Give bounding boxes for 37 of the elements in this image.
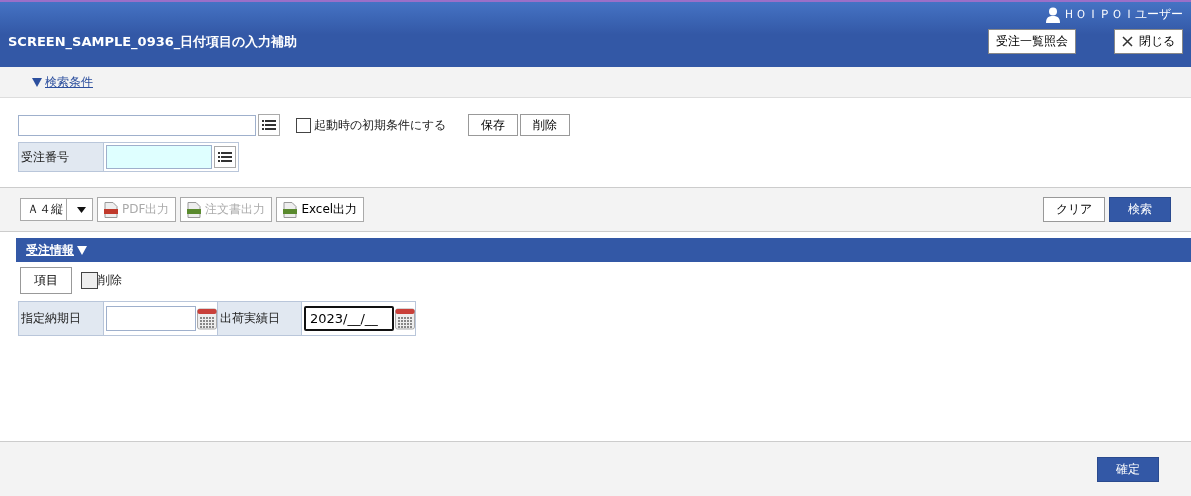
condition-name-field[interactable] <box>18 114 256 136</box>
spreadsheet-file-icon <box>283 201 298 218</box>
down-triangle-icon[interactable] <box>32 77 42 87</box>
calendar-icon[interactable] <box>197 307 217 330</box>
condition-button[interactable]: 削除 <box>520 114 570 136</box>
date-field[interactable]: 2023/__/__ <box>304 306 394 331</box>
dropdown-arrow-icon <box>76 206 86 213</box>
close-icon <box>1122 36 1133 47</box>
checkbox[interactable] <box>296 117 311 133</box>
field-label: 指定納期日 <box>19 302 103 335</box>
header-button[interactable]: 受注一覧照会 <box>988 29 1076 54</box>
field-label: 受注番号 <box>19 143 103 171</box>
pdf-file-icon <box>104 201 118 218</box>
item-button[interactable]: 項目 <box>20 267 72 294</box>
section-toggle-link[interactable]: 受注情報 <box>26 241 74 259</box>
down-triangle-icon[interactable] <box>77 245 87 255</box>
export-button[interactable]: Excel出力 <box>276 197 365 222</box>
date-field[interactable] <box>106 306 196 331</box>
section-toggle-link[interactable]: 検索条件 <box>45 73 93 91</box>
user-name: ＨＯＩＰＯＩユーザー <box>1063 6 1183 23</box>
order-number-field[interactable] <box>106 145 212 169</box>
checkbox-label: 起動時の初期条件にする <box>314 116 446 134</box>
list-icon[interactable] <box>258 114 280 136</box>
close-button[interactable]: 閉じる <box>1114 29 1183 54</box>
field-label: 出荷実績日 <box>217 302 301 335</box>
list-icon[interactable] <box>214 146 236 168</box>
clear-button[interactable]: クリア <box>1043 197 1105 222</box>
checkbox-label: 削除 <box>98 272 122 289</box>
condition-button[interactable]: 保存 <box>468 114 518 136</box>
search-button[interactable]: 検索 <box>1109 197 1171 222</box>
spreadsheet-file-icon <box>187 201 202 218</box>
paper-size-dropdown[interactable]: Ａ４縦 <box>20 198 93 221</box>
screen-title: SCREEN_SAMPLE_0936_日付項目の入力補助 <box>8 32 298 51</box>
user-icon <box>1046 6 1060 23</box>
calendar-icon[interactable] <box>395 307 415 330</box>
checkbox[interactable] <box>81 272 98 289</box>
confirm-button[interactable]: 確定 <box>1097 456 1159 482</box>
